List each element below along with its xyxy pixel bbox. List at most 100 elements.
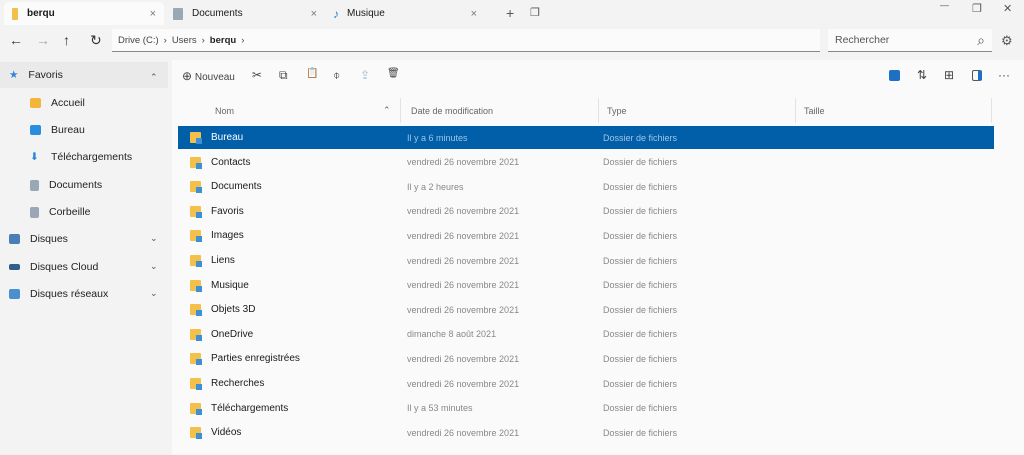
breadcrumb-drive[interactable]: Drive (C:)	[118, 35, 159, 46]
file-date: vendredi 26 novembre 2021	[407, 427, 520, 438]
tab-musique[interactable]: ♪ Musique ×	[325, 2, 485, 25]
desktop-icon	[30, 125, 41, 135]
folder-icon	[190, 378, 202, 390]
column-divider	[598, 98, 599, 123]
file-row[interactable]: Objets 3D vendredi 26 novembre 2021 Doss…	[178, 298, 994, 321]
file-name: Images	[211, 230, 244, 242]
file-type: Dossier de fichiers	[603, 255, 678, 266]
settings-button[interactable]: ⚙	[1001, 33, 1013, 49]
maximize-button[interactable]: ❐	[972, 2, 982, 15]
folder-icon	[190, 279, 202, 292]
preview-pane-button[interactable]	[972, 70, 982, 81]
refresh-button[interactable]: ↻	[90, 32, 102, 49]
file-type: Dossier de fichiers	[603, 280, 678, 291]
breadcrumb-berqu[interactable]: berqu	[210, 35, 236, 46]
sidebar-favoris[interactable]: ★ Favoris	[9, 69, 63, 81]
more-button[interactable]: ···	[998, 68, 1010, 82]
file-row[interactable]: Recherches vendredi 26 novembre 2021 Dos…	[178, 372, 994, 395]
plus-circle-icon: ⊕	[182, 69, 193, 83]
file-type: Dossier de fichiers	[603, 181, 678, 192]
sidebar-item-bureau[interactable]: Bureau	[30, 124, 85, 136]
folder-icon	[190, 255, 202, 267]
sidebar-disques-cloud[interactable]: Disques Cloud	[9, 261, 98, 273]
tab-documents[interactable]: Documents ×	[165, 2, 325, 25]
file-row[interactable]: Parties enregistrées vendredi 26 novembr…	[178, 347, 994, 370]
collapse-icon[interactable]: ⌃	[150, 72, 158, 83]
file-row[interactable]: Liens vendredi 26 novembre 2021 Dossier …	[178, 249, 994, 272]
sidebar-disques[interactable]: Disques	[9, 233, 68, 245]
delete-button[interactable]: 🗑	[387, 68, 400, 79]
column-header-size[interactable]: Taille	[804, 98, 825, 123]
column-header-name[interactable]: Nom	[215, 98, 234, 123]
expand-icon[interactable]: ⌄	[150, 288, 158, 299]
file-date: vendredi 26 novembre 2021	[407, 304, 520, 315]
file-type: Dossier de fichiers	[603, 353, 678, 364]
search-input[interactable]: Rechercher ⌕	[828, 29, 992, 52]
folder-icon	[190, 205, 202, 218]
file-row[interactable]: Documents Il y a 2 heures Dossier de fic…	[178, 175, 994, 198]
file-date: vendredi 26 novembre 2021	[407, 206, 520, 217]
window-close-button[interactable]: ✕	[1003, 2, 1012, 15]
column-header-type[interactable]: Type	[607, 98, 627, 123]
sidebar-disques-reseaux[interactable]: Disques réseaux	[9, 288, 108, 300]
paste-button[interactable]: 📋	[306, 68, 318, 79]
file-row[interactable]: Bureau Il y a 6 minutes Dossier de fichi…	[178, 126, 994, 149]
rename-button[interactable]: ⌽	[333, 68, 340, 83]
file-name: Favoris	[211, 205, 244, 217]
folder-icon	[12, 7, 18, 20]
file-date: vendredi 26 novembre 2021	[407, 230, 520, 241]
close-tab-icon[interactable]: ×	[150, 8, 156, 20]
star-icon: ★	[9, 69, 19, 81]
file-name: Objets 3D	[211, 304, 256, 316]
file-row[interactable]: Favoris vendredi 26 novembre 2021 Dossie…	[178, 200, 994, 223]
sidebar-item-corbeille[interactable]: Corbeille	[30, 206, 90, 218]
file-type: Dossier de fichiers	[603, 230, 678, 241]
back-button[interactable]: ←	[9, 32, 23, 48]
forward-button[interactable]: →	[36, 32, 50, 48]
layout-button[interactable]: ⊞	[944, 68, 954, 82]
new-button[interactable]: ⊕ Nouveau	[182, 69, 235, 83]
sidebar-item-documents[interactable]: Documents	[30, 179, 102, 191]
file-name: Musique	[211, 279, 249, 291]
share-button[interactable]: ⇪	[360, 68, 370, 82]
file-name: Bureau	[211, 132, 244, 143]
file-type: Dossier de fichiers	[603, 206, 678, 217]
cut-button[interactable]: ✂	[252, 68, 262, 82]
column-divider	[400, 98, 401, 123]
tab-list-button[interactable]: ❐	[530, 6, 540, 19]
documents-icon	[173, 7, 183, 20]
expand-icon[interactable]: ⌄	[150, 233, 158, 244]
sidebar-item-telechargements[interactable]: ⬇ Téléchargements	[30, 151, 132, 163]
file-row[interactable]: Vidéos vendredi 26 novembre 2021 Dossier…	[178, 421, 994, 444]
sidebar-item-accueil[interactable]: Accueil	[30, 97, 85, 109]
breadcrumb-users[interactable]: Users	[172, 35, 197, 46]
file-date: Il y a 2 heures	[407, 181, 464, 192]
chevron-right-icon: ›	[201, 34, 205, 46]
file-row[interactable]: Téléchargements Il y a 53 minutes Dossie…	[178, 397, 994, 420]
address-bar[interactable]: Drive (C:) › Users › berqu ›	[112, 29, 820, 52]
file-row[interactable]: Musique vendredi 26 novembre 2021 Dossie…	[178, 274, 994, 297]
file-row[interactable]: Contacts vendredi 26 novembre 2021 Dossi…	[178, 151, 994, 174]
file-name: OneDrive	[211, 328, 254, 340]
selection-mode-button[interactable]	[889, 70, 900, 81]
file-row[interactable]: OneDrive dimanche 8 août 2021 Dossier de…	[178, 323, 994, 346]
sort-button[interactable]: ⇅	[917, 68, 927, 82]
file-row[interactable]: Images vendredi 26 novembre 2021 Dossier…	[178, 224, 994, 247]
file-name: Documents	[211, 181, 262, 193]
file-type: Dossier de fichiers	[603, 157, 678, 168]
music-icon: ♪	[333, 6, 339, 21]
file-name: Vidéos	[211, 427, 242, 439]
up-button[interactable]: ↑	[63, 32, 70, 48]
recycle-bin-icon	[30, 206, 39, 218]
tab-berqu[interactable]: berqu ×	[4, 2, 164, 25]
close-tab-icon[interactable]: ×	[471, 8, 477, 20]
new-tab-button[interactable]: +	[506, 5, 514, 21]
folder-icon	[190, 156, 202, 169]
file-date: vendredi 26 novembre 2021	[407, 255, 520, 266]
close-tab-icon[interactable]: ×	[311, 8, 317, 20]
expand-icon[interactable]: ⌄	[150, 261, 158, 272]
column-header-date[interactable]: Date de modification	[411, 98, 493, 123]
copy-button[interactable]: ⧉	[279, 68, 288, 83]
file-name: Parties enregistrées	[211, 353, 300, 365]
minimize-button[interactable]: —	[940, 0, 949, 10]
